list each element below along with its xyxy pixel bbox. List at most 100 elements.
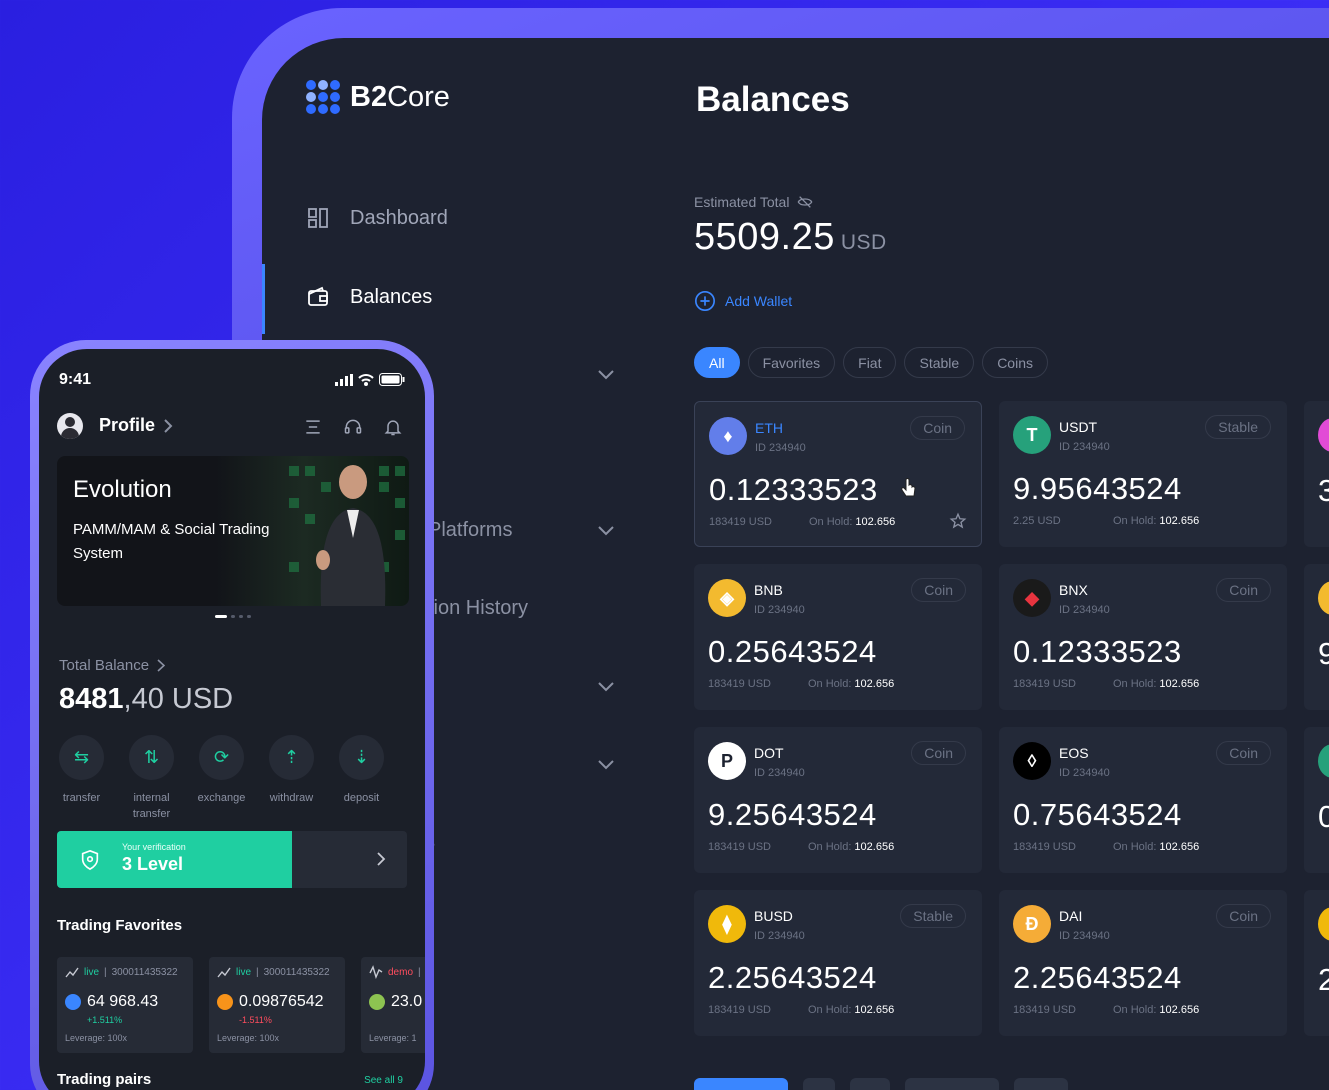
quick-actions: ⇆ transfer ⇅ internal transfer ⟳ exchange ⇡… (59, 735, 384, 822)
balance-card-eth[interactable]: ♦ ETH ID 234940 Coin 0.12333523 183419 U… (694, 401, 982, 547)
section-title-favorites: Trading Favorites (57, 917, 183, 934)
coin-symbol: BNX (1059, 582, 1088, 598)
balance-card-dot[interactable]: P DOT ID 234940 Coin 9.25643524 183419 U… (694, 727, 982, 873)
coin-amount: 9.95643524 (1013, 471, 1182, 506)
b2core-logo-icon (306, 80, 340, 114)
avatar[interactable] (57, 413, 83, 439)
coin-usd: 2.25 USD (1013, 515, 1061, 527)
favorite-card[interactable]: live | 300011435322 0.09876542 -1.511% Lev… (209, 957, 345, 1053)
coin-tag: Coin (1216, 741, 1271, 765)
coin-amount: 9.25643524 (708, 797, 877, 832)
menu-icon[interactable] (303, 417, 323, 437)
action-transfer[interactable]: ⇆ transfer (59, 735, 104, 822)
balance-card-busd[interactable]: ⧫ BUSD ID 234940 Stable 2.25643524 18341… (694, 890, 982, 1036)
sidebar-item-balances[interactable]: Balances (306, 285, 432, 309)
favorite-card[interactable]: live | 300011435322 64 968.43 +1.511% Leve… (57, 957, 193, 1053)
dot-icon: P (708, 742, 746, 780)
usdt-icon: T (1013, 416, 1051, 454)
bottom-tab[interactable] (803, 1078, 835, 1090)
chevron-down-icon[interactable] (594, 752, 618, 776)
sidebar-item-transaction-history[interactable]: tion History (428, 597, 528, 620)
balance-card-partial[interactable]: 0 (1304, 727, 1329, 873)
chevron-down-icon[interactable] (594, 362, 618, 386)
banner-subtitle: PAMM/MAM & Social Trading System (73, 521, 270, 562)
chevron-down-icon[interactable] (594, 674, 618, 698)
eye-off-icon[interactable] (797, 194, 813, 210)
dai-icon: Ð (1013, 905, 1051, 943)
balance-card-eos[interactable]: ◊ EOS ID 234940 Coin 0.75643524 183419 U… (999, 727, 1287, 873)
coin-hold: On Hold: 102.656 (808, 1004, 895, 1016)
bell-icon[interactable] (383, 417, 403, 437)
support-icon[interactable] (343, 417, 363, 437)
promo-banner[interactable]: Evolution PAMM/MAM & Social Trading Syst… (57, 456, 409, 606)
bottom-tab-active[interactable] (694, 1078, 788, 1090)
balance-card-partial[interactable]: 9 (1304, 564, 1329, 710)
coin-usd: 183419 USD (709, 516, 772, 528)
coin-id: ID 234940 (754, 930, 805, 942)
favorite-change: +1.511% (87, 1015, 123, 1025)
coin-tag: Coin (1216, 578, 1271, 602)
total-balance-value: 8481,40 USD (59, 683, 234, 715)
favorite-amount: 0.09876542 (217, 993, 324, 1011)
wifi-icon (358, 373, 374, 386)
wallet-icon (308, 286, 328, 306)
page-title: Balances (696, 80, 850, 119)
coin-symbol: ETH (755, 420, 783, 436)
coin-icon (65, 994, 81, 1010)
coin-icon (1318, 744, 1329, 778)
favorite-card[interactable]: demo | 23.0 Leverage: 1 (361, 957, 425, 1053)
balance-card-partial[interactable]: 3 (1304, 401, 1329, 547)
sidebar-item-dashboard[interactable]: Dashboard (306, 206, 448, 230)
action-label: withdraw (269, 792, 314, 804)
filter-fiat[interactable]: Fiat (843, 347, 897, 378)
action-deposit[interactable]: ⇣ deposit (339, 735, 384, 822)
chevron-down-icon[interactable] (594, 518, 618, 542)
coin-hold: On Hold: 102.656 (1113, 1004, 1200, 1016)
star-icon[interactable] (949, 512, 967, 530)
coin-usd: 183419 USD (708, 841, 771, 853)
busd-icon: ⧫ (708, 905, 746, 943)
withdraw-icon: ⇡ (269, 735, 314, 780)
coin-hold: On Hold: 102.656 (808, 678, 895, 690)
coin-amount: 2 (1318, 962, 1329, 997)
favorite-change: -1.511% (239, 1015, 272, 1025)
balance-card-partial[interactable]: 2 (1304, 890, 1329, 1036)
total-balance-label[interactable]: Total Balance (59, 657, 166, 674)
coin-hold: On Hold: 102.656 (1113, 515, 1200, 527)
coin-symbol: DOT (754, 745, 784, 761)
eos-icon: ◊ (1013, 742, 1051, 780)
bnx-icon: ◆ (1013, 579, 1051, 617)
coin-symbol: EOS (1059, 745, 1089, 761)
action-withdraw[interactable]: ⇡ withdraw (269, 735, 314, 822)
verification-banner[interactable]: Your verification 3 Level (57, 831, 407, 888)
coin-id: ID 234940 (754, 604, 805, 616)
chart-icon (369, 965, 383, 979)
filter-coins[interactable]: Coins (982, 347, 1048, 378)
chart-icon (65, 967, 79, 978)
coin-usd: 183419 USD (708, 678, 771, 690)
bottom-tab[interactable] (1014, 1078, 1068, 1090)
filter-stable[interactable]: Stable (904, 347, 975, 378)
filter-favorites[interactable]: Favorites (747, 347, 836, 378)
sidebar-item-platforms[interactable]: Platforms (428, 519, 512, 542)
filter-chips: All Favorites Fiat Stable Coins (694, 347, 1048, 378)
section-title-pairs: Trading pairs (57, 1071, 152, 1088)
profile-link[interactable]: Profile (99, 415, 173, 436)
coin-tag: Coin (911, 578, 966, 602)
see-all-link[interactable]: See all 9 (364, 1075, 403, 1086)
action-exchange[interactable]: ⟳ exchange (198, 735, 245, 822)
balance-card-usdt[interactable]: T USDT ID 234940 Stable 9.95643524 2.25 … (999, 401, 1287, 547)
balance-card-dai[interactable]: Ð DAI ID 234940 Coin 2.25643524 183419 U… (999, 890, 1287, 1036)
coin-icon (217, 994, 233, 1010)
bottom-tab[interactable] (850, 1078, 890, 1090)
balance-card-bnx[interactable]: ◆ BNX ID 234940 Coin 0.12333523 183419 U… (999, 564, 1287, 710)
coin-amount: 0.12333523 (709, 472, 878, 507)
add-wallet-button[interactable]: Add Wallet (694, 290, 792, 312)
battery-icon (379, 373, 405, 386)
bottom-tab[interactable] (905, 1078, 999, 1090)
filter-all[interactable]: All (694, 347, 740, 378)
balance-card-bnb[interactable]: ◈ BNB ID 234940 Coin 0.25643524 183419 U… (694, 564, 982, 710)
action-internal-transfer[interactable]: ⇅ internal transfer (129, 735, 174, 822)
header-actions (303, 417, 403, 437)
coin-hold: On Hold: 102.656 (809, 516, 896, 528)
